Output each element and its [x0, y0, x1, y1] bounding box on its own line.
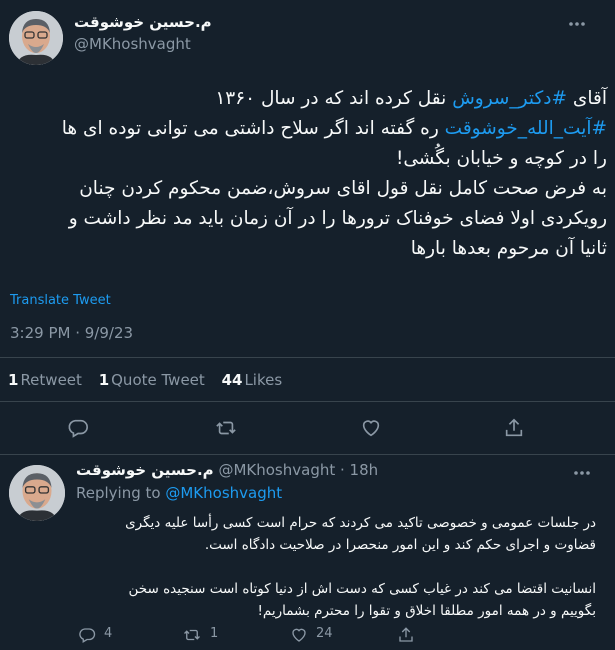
reply-text: در جلسات عمومی و خصوصی تاکید می کردند که… [76, 512, 596, 622]
tweet-text-segment: رویکردی اولا فضای خوفناک ترورها را در آن… [68, 208, 607, 229]
divider [0, 401, 615, 402]
tweet-text-line: رویکردی اولا فضای خوفناک ترورها را در آن… [10, 204, 607, 234]
tweet-text-line: را در کوچه و خیابان بگُشی! [10, 144, 607, 174]
share-icon[interactable] [397, 626, 415, 644]
likes-label: Likes [244, 371, 283, 389]
tweet-timestamp[interactable]: 3:29 PM · 9/9/23 [10, 324, 133, 342]
retweets-label: Retweet [20, 371, 82, 389]
quotes-label: Quote Tweet [111, 371, 205, 389]
reply-text-line: بگوییم و در همه امور مطلقا اخلاق و تقوا … [257, 603, 596, 619]
tweet-text-segment: ثانیا آن مرحوم بعدها بارها [410, 238, 607, 259]
retweet-count: 1 [210, 626, 219, 641]
share-icon[interactable] [503, 417, 525, 439]
hashtag-link[interactable]: #دکتر_سروش [452, 88, 567, 109]
reply-tweet[interactable]: م.حسین خوشوقت @MKhoshvaght · 18h Replyin… [0, 455, 615, 650]
likes-count: 44 [221, 371, 243, 389]
reply-icon[interactable] [78, 626, 96, 644]
main-tweet: م.حسین خوشوقت @MKhoshvaght آقای #دکتر_سر… [0, 0, 615, 455]
author-name[interactable]: م.حسین خوشوقت [74, 13, 212, 31]
tweet-text-segment: نقل کرده اند که در سال ۱۳۶۰ [215, 88, 453, 109]
reply-text-line: انسانیت اقتضا می کند در غیاب کسی که دست … [128, 581, 597, 597]
quotes-stat[interactable]: 1 Quote Tweet [99, 371, 205, 389]
tweet-text-segment: را در کوچه و خیابان بگُشی! [395, 148, 607, 169]
divider [0, 357, 615, 358]
tweet-text-line: ثانیا آن مرحوم بعدها بارها [10, 234, 607, 264]
reply-header: م.حسین خوشوقت @MKhoshvaght · 18h [76, 461, 378, 479]
likes-stat[interactable]: 44 Likes [222, 371, 283, 389]
tweet-text-segment: به فرض صحت کامل نقل قول اقای سروش،ضمن مح… [79, 178, 607, 199]
like-icon[interactable] [290, 626, 308, 644]
tweet-text-segment: ره گفته اند اگر سلاح داشتی می توانی توده… [61, 118, 445, 139]
retweets-count: 1 [8, 371, 19, 389]
tweet-text: آقای #دکتر_سروش نقل کرده اند که در سال ۱… [10, 84, 607, 264]
tweet-text-line: آقای #دکتر_سروش نقل کرده اند که در سال ۱… [10, 84, 607, 114]
reply-text-line [76, 556, 596, 578]
reply-author-avatar[interactable] [9, 465, 65, 521]
retweet-icon[interactable] [183, 626, 201, 644]
reply-time[interactable]: · 18h [340, 461, 378, 479]
tweet-text-line: به فرض صحت کامل نقل قول اقای سروش،ضمن مح… [10, 174, 607, 204]
author-avatar[interactable] [9, 11, 63, 65]
tweet-text-segment: آقای [567, 88, 607, 109]
retweet-icon[interactable] [215, 417, 237, 439]
quotes-count: 1 [98, 371, 110, 389]
like-icon[interactable] [360, 417, 382, 439]
retweets-stat[interactable]: 1 Retweet [8, 371, 82, 389]
reply-text-line: در جلسات عمومی و خصوصی تاکید می کردند که… [125, 515, 596, 531]
more-icon[interactable] [570, 463, 594, 483]
tweet-stats: 1 Retweet 1 Quote Tweet 44 Likes [8, 371, 282, 389]
more-icon[interactable] [565, 14, 589, 34]
reply-icon[interactable] [67, 417, 89, 439]
reply-count: 4 [104, 626, 113, 641]
replying-to-label: Replying to [76, 484, 161, 502]
author-handle[interactable]: @MKhoshvaght [74, 35, 191, 53]
reply-text-line: قضاوت و اجرای حکم کند و این امور منحصرا … [204, 537, 596, 553]
like-count: 24 [316, 626, 333, 641]
tweet-text-line: #آیت_الله_خوشوقت ره گفته اند اگر سلاح دا… [10, 114, 607, 144]
reply-author-name[interactable]: م.حسین خوشوقت [76, 461, 214, 479]
replying-to: Replying to @MKhoshvaght [76, 484, 282, 502]
hashtag-link[interactable]: #آیت_الله_خوشوقت [445, 118, 607, 139]
replying-to-handle[interactable]: @MKhoshvaght [165, 484, 282, 502]
reply-author-handle[interactable]: @MKhoshvaght [218, 461, 335, 479]
translate-tweet-link[interactable]: Translate Tweet [10, 293, 111, 308]
